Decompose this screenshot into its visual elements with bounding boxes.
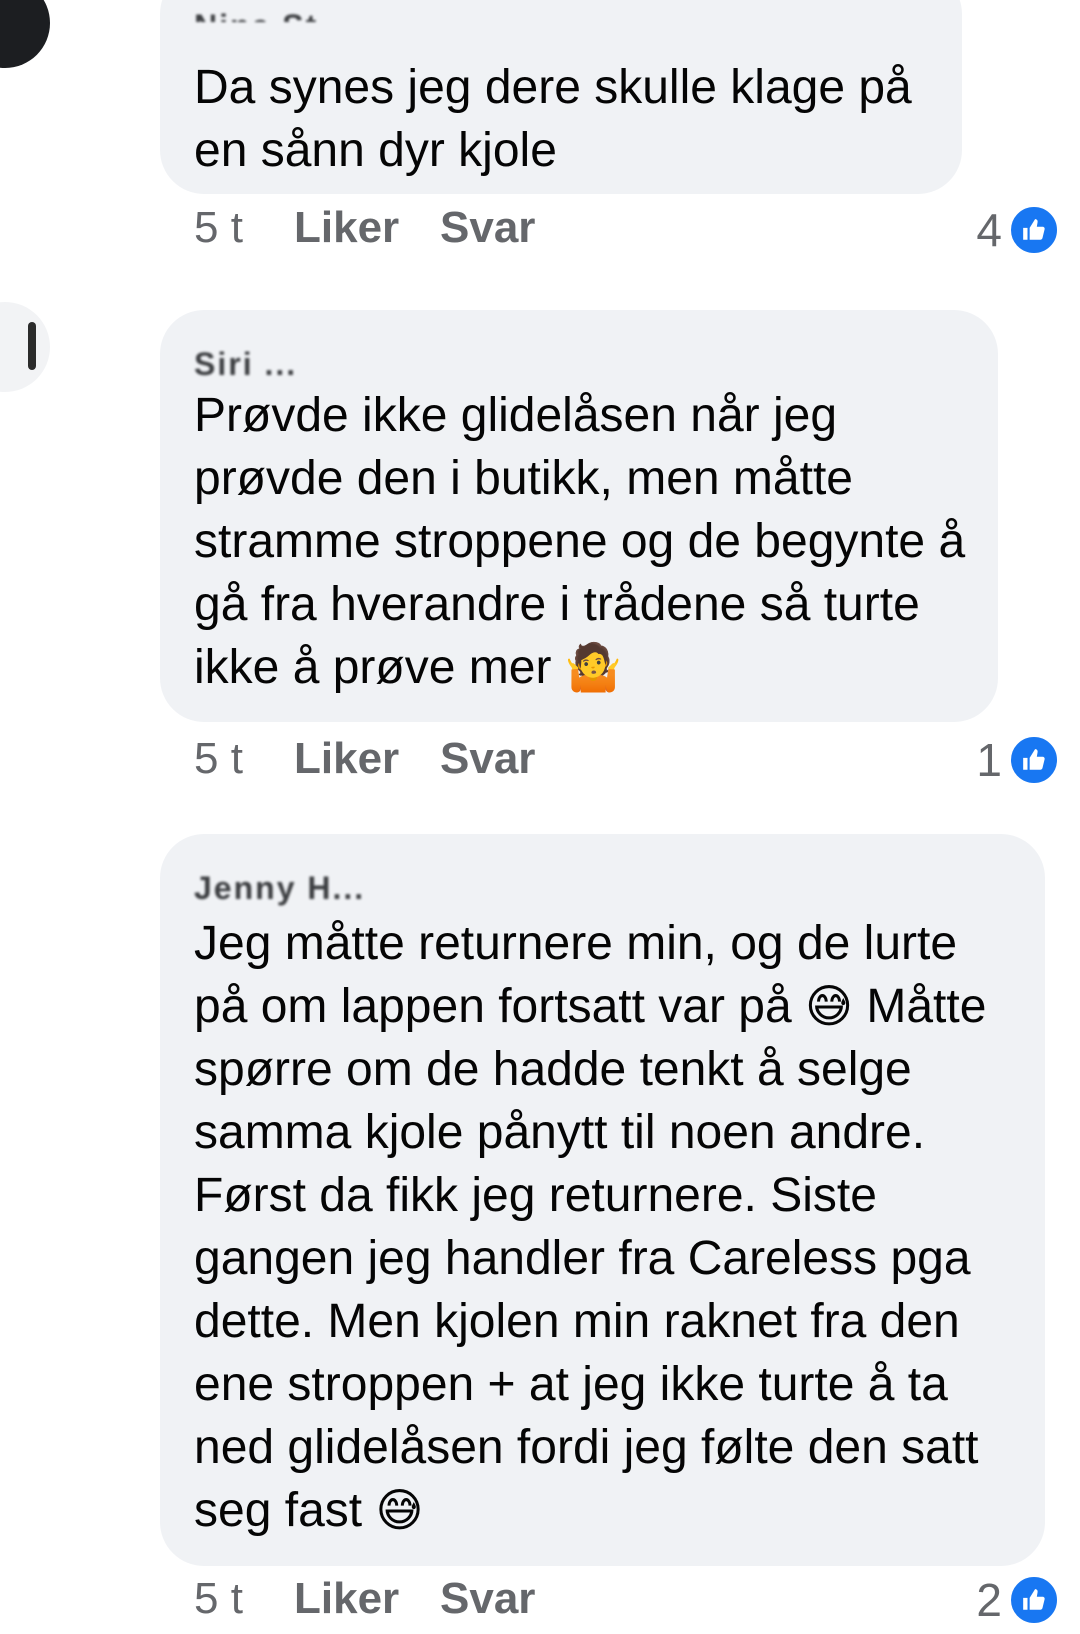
reaction-count: 1 bbox=[976, 734, 1002, 786]
reaction-count: 4 bbox=[976, 204, 1002, 256]
comment-author[interactable]: Jenny H... bbox=[194, 870, 365, 907]
comment-timestamp[interactable]: 5 t bbox=[194, 1574, 243, 1624]
comment-bubble: Nina St... Da synes jeg dere skulle klag… bbox=[160, 0, 962, 194]
like-thumb-icon bbox=[1008, 204, 1060, 256]
reaction-summary[interactable]: 1 bbox=[976, 730, 1060, 790]
comment-text: Da synes jeg dere skulle klage på en sån… bbox=[194, 61, 912, 177]
reply-button[interactable]: Svar bbox=[440, 203, 535, 253]
like-button[interactable]: Liker bbox=[294, 1574, 399, 1624]
comment-timestamp[interactable]: 5 t bbox=[194, 734, 243, 784]
like-thumb-icon bbox=[1008, 734, 1060, 786]
comment-text: Prøvde ikke glidelåsen når jeg prøvde de… bbox=[194, 384, 972, 699]
sweat-smile-emoji: 😅 bbox=[375, 1483, 424, 1537]
sweat-smile-emoji: 😅 bbox=[805, 979, 853, 1033]
like-button[interactable]: Liker bbox=[294, 203, 399, 253]
comment-author[interactable]: Nina St... bbox=[194, 8, 351, 22]
comment-actions: 5 t Liker Svar bbox=[194, 734, 594, 794]
comment-actions: 5 t Liker Svar bbox=[194, 1574, 594, 1634]
like-thumb-icon bbox=[1008, 1574, 1060, 1626]
comment-actions: 5 t Liker Svar bbox=[194, 203, 594, 263]
shrug-emoji: 🤷 bbox=[564, 640, 623, 694]
avatar[interactable] bbox=[0, 302, 50, 392]
comment-body-part-2: Måtte spørre om de hadde tenkt å selge s… bbox=[194, 980, 987, 1537]
reaction-summary[interactable]: 4 bbox=[976, 200, 1060, 260]
comment-timestamp[interactable]: 5 t bbox=[194, 203, 243, 253]
avatar[interactable] bbox=[0, 0, 50, 68]
reaction-summary[interactable]: 2 bbox=[976, 1570, 1060, 1630]
like-button[interactable]: Liker bbox=[294, 734, 399, 784]
comment-bubble: Siri ... Prøvde ikke glidelåsen når jeg … bbox=[160, 310, 998, 722]
reaction-count: 2 bbox=[976, 1574, 1002, 1626]
comment-text: Jeg måtte returnere min, og de lurte på … bbox=[194, 912, 1019, 1542]
comment-bubble: Jenny H... Jeg måtte returnere min, og d… bbox=[160, 834, 1045, 1566]
comment-author[interactable]: Siri ... bbox=[194, 346, 297, 383]
reply-button[interactable]: Svar bbox=[440, 1574, 535, 1624]
reply-button[interactable]: Svar bbox=[440, 734, 535, 784]
